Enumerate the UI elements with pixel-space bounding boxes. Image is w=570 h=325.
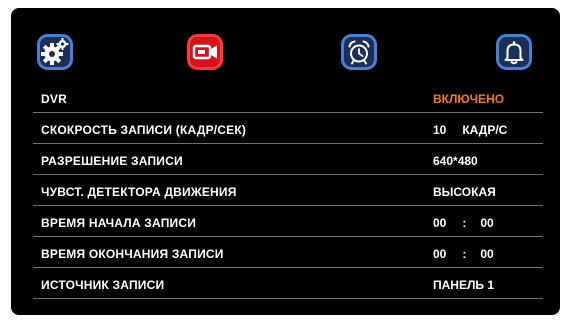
menu-row-frame-rate[interactable]: СКОКРОСТЬ ЗАПИСИ (КАДР/СЕК) 10 КАДР/С [33,113,543,144]
end-time-separator: : [462,247,467,261]
resolution-label: РАЗРЕШЕНИЕ ЗАПИСИ [41,154,183,168]
settings-menu: DVR ВКЛЮЧЕНО СКОКРОСТЬ ЗАПИСИ (КАДР/СЕК)… [33,82,543,299]
screen: DVR ВКЛЮЧЕНО СКОКРОСТЬ ЗАПИСИ (КАДР/СЕК)… [11,8,560,315]
start-time-hours[interactable]: 00 [433,216,446,230]
start-time-label: ВРЕМЯ НАЧАЛА ЗАПИСИ [41,216,197,230]
tab-bell[interactable] [496,34,532,70]
dvr-value[interactable]: ВКЛЮЧЕНО [433,92,504,106]
frame-rate-value: 10 [433,123,447,137]
camera-icon [187,34,223,70]
motion-sensitivity-value[interactable]: ВЫСОКАЯ [433,185,496,199]
gear-icon [37,34,73,70]
frame-rate-unit: КАДР/С [462,123,508,137]
menu-row-dvr[interactable]: DVR ВКЛЮЧЕНО [33,82,543,113]
frame-rate-value-group[interactable]: 10 КАДР/С [433,123,507,137]
source-label: ИСТОЧНИК ЗАПИСИ [41,278,165,292]
tab-record[interactable] [187,34,223,70]
dvr-label: DVR [41,92,67,106]
start-time-separator: : [462,216,467,230]
tab-settings[interactable] [37,34,73,70]
menu-row-end-time[interactable]: ВРЕМЯ ОКОНЧАНИЯ ЗАПИСИ 00:00 [33,237,543,268]
start-time-value[interactable]: 00:00 [433,216,494,230]
menu-row-start-time[interactable]: ВРЕМЯ НАЧАЛА ЗАПИСИ 00:00 [33,206,543,237]
resolution-value[interactable]: 640*480 [433,154,478,168]
frame-rate-label: СКОКРОСТЬ ЗАПИСИ (КАДР/СЕК) [41,123,247,137]
bell-icon [496,34,532,70]
tab-bar [11,8,560,88]
end-time-minutes[interactable]: 00 [480,247,493,261]
end-time-value[interactable]: 00:00 [433,247,494,261]
tab-alarm[interactable] [341,34,377,70]
source-value[interactable]: ПАНЕЛЬ 1 [433,278,494,292]
motion-sensitivity-label: ЧУВСТ. ДЕТЕКТОРА ДВИЖЕНИЯ [41,185,237,199]
end-time-hours[interactable]: 00 [433,247,446,261]
start-time-minutes[interactable]: 00 [480,216,493,230]
end-time-label: ВРЕМЯ ОКОНЧАНИЯ ЗАПИСИ [41,247,224,261]
menu-row-source[interactable]: ИСТОЧНИК ЗАПИСИ ПАНЕЛЬ 1 [33,268,543,299]
menu-row-motion-sensitivity[interactable]: ЧУВСТ. ДЕТЕКТОРА ДВИЖЕНИЯ ВЫСОКАЯ [33,175,543,206]
menu-row-resolution[interactable]: РАЗРЕШЕНИЕ ЗАПИСИ 640*480 [33,144,543,175]
alarm-clock-icon [341,34,377,70]
